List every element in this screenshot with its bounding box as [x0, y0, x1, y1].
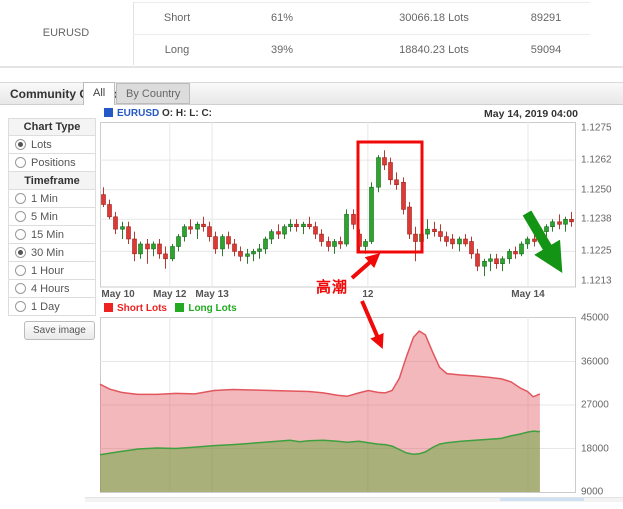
section-separator — [0, 66, 623, 68]
timeframe-option-1-day[interactable]: 1 Day — [8, 298, 96, 316]
candlestick-plot — [100, 122, 576, 287]
table-cell-positions: 59094 — [531, 44, 562, 56]
option-label: 30 Min — [31, 247, 64, 259]
table-cell-side: Short — [164, 12, 190, 24]
long-lots-area — [100, 431, 540, 492]
option-label: 15 Min — [31, 229, 64, 241]
chart-type-option-positions[interactable]: Positions — [8, 154, 96, 172]
chart-type-option-lots[interactable]: Lots — [8, 136, 96, 154]
radio-icon — [15, 157, 26, 168]
timeframe-option-15-min[interactable]: 15 Min — [8, 226, 96, 244]
table-row: Long 39% 18840.23 Lots 59094 — [0, 35, 623, 66]
radio-icon — [15, 229, 26, 240]
table-cell-side: Long — [165, 44, 189, 56]
timeframe-option-1-min[interactable]: 1 Min — [8, 190, 96, 208]
date-axis-label: May 12 — [153, 289, 186, 300]
volume-axis-label: 45000 — [581, 313, 609, 324]
legend-short-lots[interactable]: Short Lots — [117, 303, 167, 314]
radio-icon — [15, 211, 26, 222]
chart-type-header: Chart Type — [8, 118, 96, 136]
option-label: 1 Day — [31, 301, 60, 313]
price-axis-label: 1.1250 — [581, 184, 612, 195]
radio-icon — [15, 283, 26, 294]
table-row: Short 61% 30066.18 Lots 89291 — [0, 3, 623, 34]
series-marker-icon — [104, 108, 113, 117]
save-image-button[interactable]: Save image — [24, 321, 95, 340]
sidebar: Chart Type Lots Positions Timeframe 1 Min 5 M… — [8, 118, 96, 316]
legend-symbol: EURUSD — [117, 108, 159, 119]
volume-axis-label: 36000 — [581, 356, 609, 367]
ohlc-labels: O: H: L: C: — [162, 108, 212, 119]
sentiment-table: EURUSD Short61%30066.18 Lots89291Long39%… — [0, 0, 623, 70]
radio-icon — [15, 139, 26, 150]
tab-by-country[interactable]: By Country — [116, 83, 190, 104]
timeframe-option-1-hour[interactable]: 1 Hour — [8, 262, 96, 280]
trend-down-arrow — [527, 213, 557, 264]
chart-timestamp: May 14, 2019 04:00 — [430, 108, 578, 120]
price-axis-label: 1.1225 — [581, 246, 612, 257]
option-label: 5 Min — [31, 211, 58, 223]
climax-arrow-down — [362, 301, 381, 345]
table-border — [133, 2, 590, 3]
date-axis-label: May 13 — [195, 289, 228, 300]
date-axis-label: 12 — [362, 289, 373, 300]
candlestick-legend[interactable]: EURUSD O: H: L: C: — [104, 108, 212, 119]
long-lots-marker-icon — [175, 303, 184, 312]
table-cell-pct: 39% — [271, 44, 293, 56]
price-axis-label: 1.1275 — [581, 123, 612, 134]
date-axis-label: May 10 — [101, 289, 134, 300]
volume-axis-label: 18000 — [581, 443, 609, 454]
short-lots-area — [100, 331, 540, 492]
timeframe-option-4-hours[interactable]: 4 Hours — [8, 280, 96, 298]
price-axis-label: 1.1213 — [581, 276, 612, 287]
price-axis-label: 1.1238 — [581, 214, 612, 225]
area-legend: Short Lots Long Lots — [104, 303, 237, 314]
timeframe-option-30-min[interactable]: 30 Min — [8, 244, 96, 262]
short-lots-marker-icon — [104, 303, 113, 312]
highlight-box — [358, 142, 422, 252]
option-label: 1 Min — [31, 193, 58, 205]
price-axis-label: 1.1262 — [581, 155, 612, 166]
volume-axis-label: 9000 — [581, 487, 603, 498]
radio-icon — [15, 301, 26, 312]
table-row-divider — [133, 34, 590, 35]
table-cell-pct: 61% — [271, 12, 293, 24]
option-label: Positions — [31, 157, 76, 169]
climax-arrow-up — [352, 256, 377, 278]
radio-icon — [15, 265, 26, 276]
tab-all[interactable]: All — [83, 82, 115, 105]
date-axis-label: May 14 — [511, 289, 544, 300]
legend-long-lots[interactable]: Long Lots — [188, 303, 236, 314]
area-plot — [100, 317, 576, 493]
table-cell-positions: 89291 — [531, 12, 562, 24]
horizontal-scrollbar-thumb[interactable] — [500, 498, 584, 501]
option-label: 4 Hours — [31, 283, 70, 295]
radio-icon — [15, 247, 26, 258]
option-label: 1 Hour — [31, 265, 64, 277]
climax-annotation: 高潮 — [316, 276, 348, 297]
timeframe-option-5-min[interactable]: 5 Min — [8, 208, 96, 226]
timeframe-header: Timeframe — [8, 172, 96, 190]
table-cell-lots: 30066.18 Lots — [399, 12, 469, 24]
option-label: Lots — [31, 139, 52, 151]
radio-icon — [15, 193, 26, 204]
table-cell-lots: 18840.23 Lots — [399, 44, 469, 56]
volume-axis-label: 27000 — [581, 400, 609, 411]
page: EURUSD Short 61% 30066.18 Lots 89291 Long 39%… — [0, 0, 623, 509]
